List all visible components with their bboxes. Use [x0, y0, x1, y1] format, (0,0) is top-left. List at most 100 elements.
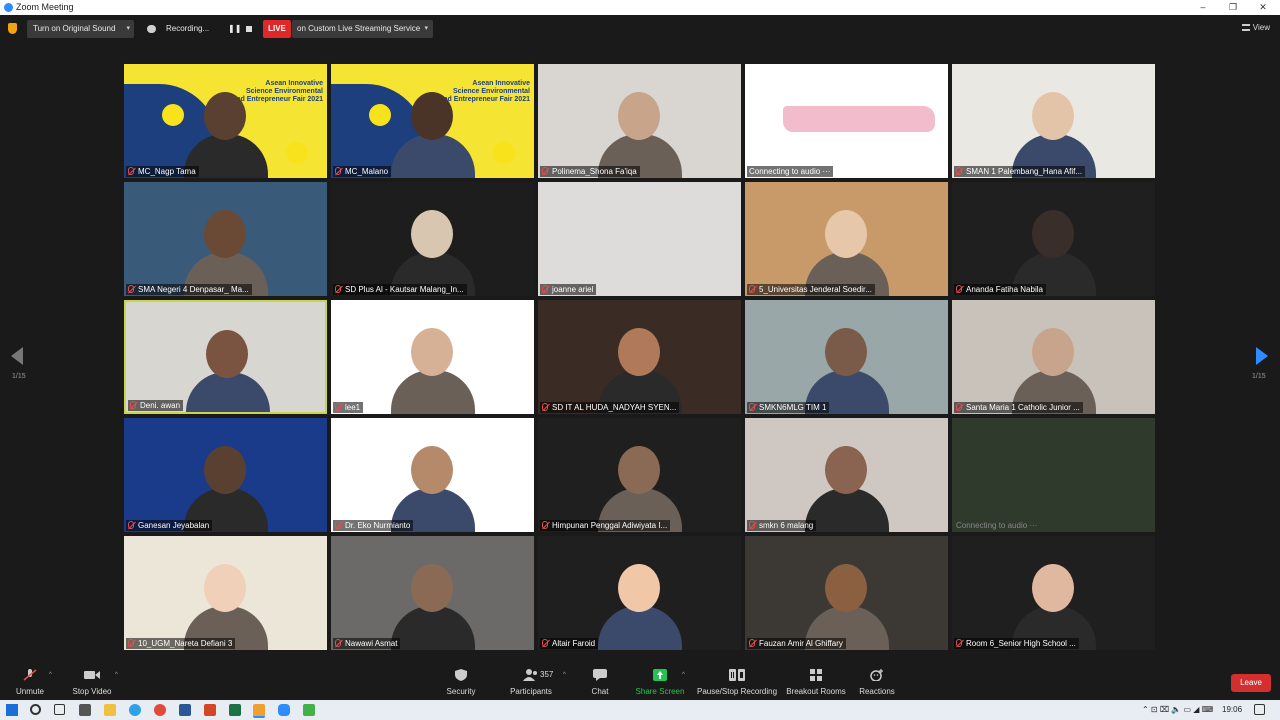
next-page-arrow-icon[interactable] [1256, 347, 1268, 365]
participants-button[interactable]: Participants [505, 660, 557, 700]
participant-video-tile[interactable]: 10_UGM_Nareta Defiani 3 [124, 536, 327, 650]
participant-name: SD IT AL HUDA_NADYAH SYEN... [552, 403, 677, 412]
clock[interactable]: 19:06 [1222, 700, 1242, 720]
participant-face [411, 92, 453, 140]
chat-button[interactable]: Chat [585, 660, 615, 700]
participant-name-label: Ananda Fatiha Nabila [954, 284, 1046, 295]
microphone-muted-icon [128, 285, 134, 293]
participant-video-tile[interactable]: Connecting to audio ··· [952, 418, 1155, 532]
task-view-icon[interactable] [54, 704, 65, 715]
breakout-rooms-button[interactable]: Breakout Rooms [786, 660, 846, 700]
participant-video-tile[interactable]: Fauzan Amir Al Ghiffary [745, 536, 948, 650]
participant-video-tile[interactable]: Deni. awan [124, 300, 327, 414]
search-icon[interactable] [30, 704, 41, 715]
microphone-muted-icon [23, 669, 37, 681]
live-stream-service-dropdown[interactable]: on Custom Live Streaming Service ▾ [292, 20, 433, 38]
participant-name-label: SMAN 1 Palembang_Hana Afif... [954, 166, 1086, 177]
share-options-chevron-icon[interactable]: ^ [682, 672, 685, 678]
reactions-button[interactable]: Reactions [857, 660, 897, 700]
share-screen-icon [653, 669, 667, 681]
participant-video-tile[interactable]: SD Plus Al - Kautsar Malang_In... [331, 182, 534, 296]
participant-video-tile[interactable]: Dr. Eko Nurmianto [331, 418, 534, 532]
participant-name: smkn 6 malang [759, 521, 814, 530]
breakout-rooms-icon [810, 669, 822, 681]
microphone-muted-icon [956, 285, 962, 293]
chevron-down-icon[interactable]: ▾ [126, 20, 130, 38]
minimize-button[interactable]: – [1188, 0, 1218, 15]
microphone-muted-icon [335, 167, 341, 175]
participant-name-label: 10_UGM_Nareta Defiani 3 [126, 638, 236, 649]
banner-dot [286, 142, 308, 164]
participant-video-tile[interactable]: Ganesan Jeyabalan [124, 418, 327, 532]
encryption-shield-icon[interactable] [8, 23, 17, 34]
close-window-button[interactable]: ✕ [1248, 0, 1278, 15]
windows-start-icon[interactable] [6, 704, 18, 716]
participant-name-label: Fauzan Amir Al Ghiffary [747, 638, 846, 649]
microphone-muted-icon [542, 403, 548, 411]
participant-name-label: Deni. awan [128, 400, 184, 411]
participant-video-tile[interactable]: Asean Innovative Science Environmental and… [331, 64, 534, 178]
microphone-muted-icon [128, 521, 134, 529]
leave-button[interactable]: Leave [1231, 674, 1271, 692]
participant-video-tile[interactable]: SD IT AL HUDA_NADYAH SYEN... [538, 300, 741, 414]
app-icon[interactable] [253, 704, 265, 718]
participant-video-tile[interactable]: 5_Universitas Jenderal Soedir... [745, 182, 948, 296]
participant-video-tile[interactable]: Ananda Fatiha Nabila [952, 182, 1155, 296]
zoom-taskbar-icon[interactable] [278, 704, 290, 716]
app-green-icon[interactable] [303, 704, 315, 716]
excel-icon[interactable] [229, 704, 241, 716]
stop-recording-button[interactable] [246, 26, 252, 32]
pause-recording-button[interactable]: ❚❚ [228, 20, 241, 38]
participant-face [204, 446, 246, 494]
participant-name-label: SMKN6MLG TIM 1 [747, 402, 830, 413]
pause-stop-recording-button[interactable]: Pause/Stop Recording [697, 660, 777, 700]
participant-video-tile[interactable]: Connecting to audio ··· [745, 64, 948, 178]
participant-face [618, 446, 660, 494]
notification-icon[interactable] [1254, 704, 1265, 715]
unmute-button[interactable]: Unmute [10, 660, 50, 700]
participant-video-tile[interactable]: SMA Negeri 4 Denpasar_ Ma... [124, 182, 327, 296]
participants-chevron-icon[interactable]: ^ [563, 672, 566, 678]
participant-name-label: Santa Maria 1 Catholic Junior ... [954, 402, 1083, 413]
participant-video-tile[interactable]: joanne ariel [538, 182, 741, 296]
tray-icons[interactable]: ⌃ ⊡ ⌧ 🔈 ▭ ◢ ⌨ [1142, 700, 1213, 720]
participant-video-tile[interactable]: Santa Maria 1 Catholic Junior ... [952, 300, 1155, 414]
microphone-muted-icon [335, 285, 341, 293]
banner-title: Asean Innovative Science Environmental and… [439, 80, 530, 103]
grid-view-icon [1241, 24, 1250, 32]
view-button[interactable]: View [1241, 23, 1270, 32]
lock-app-icon[interactable] [79, 704, 91, 716]
previous-page-arrow-icon[interactable] [11, 347, 23, 365]
participant-name: SD Plus Al - Kautsar Malang_In... [345, 285, 464, 294]
stop-video-button[interactable]: Stop Video [66, 660, 118, 700]
chrome-browser-icon[interactable] [154, 704, 166, 716]
word-icon[interactable] [179, 704, 191, 716]
participant-face [825, 446, 867, 494]
participant-video-tile[interactable]: Polinema_Shona Fa'iqa [538, 64, 741, 178]
participant-video-tile[interactable]: Himpunan Penggal Adiwiyata I... [538, 418, 741, 532]
participant-video-tile[interactable]: Nawawi Asmat [331, 536, 534, 650]
video-options-chevron-icon[interactable]: ^ [115, 672, 118, 678]
original-sound-button[interactable]: Turn on Original Sound ▾ [27, 20, 134, 38]
powerpoint-icon[interactable] [204, 704, 216, 716]
banner-dot [493, 142, 515, 164]
participant-video-tile[interactable]: smkn 6 malang [745, 418, 948, 532]
live-stream-service-label: on Custom Live Streaming Service [297, 24, 421, 33]
participant-video-tile[interactable]: Asean Innovative Science Environmental and… [124, 64, 327, 178]
participant-video-tile[interactable]: SMKN6MLG TIM 1 [745, 300, 948, 414]
audio-options-chevron-icon[interactable]: ^ [49, 672, 52, 678]
chat-label: Chat [591, 687, 609, 696]
participant-video-tile[interactable]: Room 6_Senior High School ... [952, 536, 1155, 650]
participant-video-tile[interactable]: Altair Faroid [538, 536, 741, 650]
chevron-down-icon[interactable]: ▾ [424, 20, 428, 38]
file-explorer-icon[interactable] [104, 704, 116, 716]
security-button[interactable]: Security [440, 660, 482, 700]
participant-video-tile[interactable]: SMAN 1 Palembang_Hana Afif... [952, 64, 1155, 178]
maximize-button[interactable]: ❐ [1218, 0, 1248, 15]
participant-face [825, 564, 867, 612]
participant-face [618, 328, 660, 376]
participant-video-tile[interactable]: lee1 [331, 300, 534, 414]
edge-browser-icon[interactable] [129, 704, 141, 716]
share-screen-button[interactable]: Share Screen [634, 660, 686, 700]
page-indicator-right: 1/15 [1252, 373, 1266, 380]
